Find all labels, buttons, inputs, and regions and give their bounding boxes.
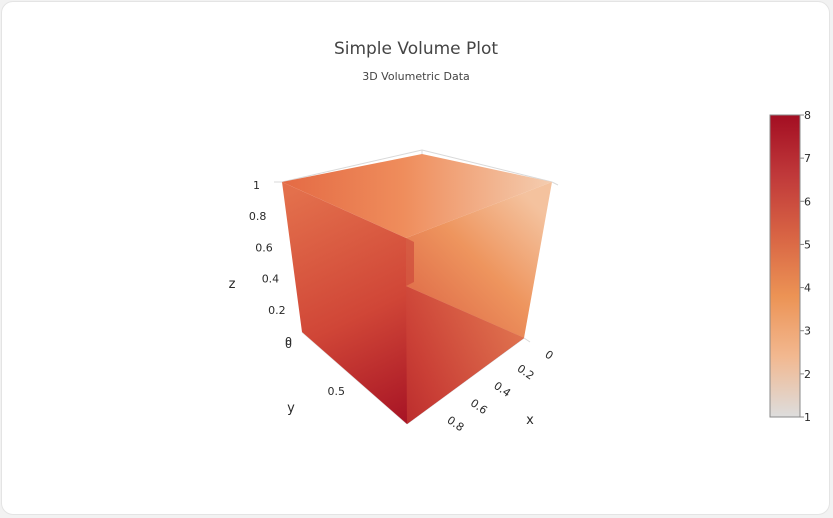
x-tick-label: 0.6 <box>468 396 490 417</box>
scene-edge <box>523 337 531 343</box>
colorbar-tick-label: 6 <box>804 195 811 208</box>
x-tick-label: 0 <box>542 348 555 363</box>
colorbar-tick-label: 2 <box>804 368 811 381</box>
colorbar-tick-label: 7 <box>804 152 811 165</box>
colorbar-tick-label: 4 <box>804 282 811 295</box>
z-tick-label: 0.4 <box>262 273 280 286</box>
volume-plot: Simple Volume Plot 3D Volumetric Data 00… <box>229 39 811 435</box>
y-tick-label: 0.5 <box>328 385 346 398</box>
colorbar-tick-label: 8 <box>804 109 811 122</box>
scene-edge <box>551 181 559 186</box>
x-tick-label: 0.2 <box>515 362 537 383</box>
chart-title: Simple Volume Plot <box>334 39 498 59</box>
x-tick-label: 0.4 <box>491 379 513 400</box>
z-tick-label: 1 <box>253 179 260 192</box>
colorbar-tick-label: 1 <box>804 411 811 424</box>
colorbar: 1 2 3 4 5 6 7 8 <box>769 109 811 424</box>
chart-card: Simple Volume Plot 3D Volumetric Data 0 … <box>1 1 830 515</box>
z-axis-title: z <box>229 277 236 292</box>
x-tick-label: 0.8 <box>445 414 467 435</box>
colorbar-tick-label: 5 <box>804 238 811 251</box>
z-tick-label: 0.2 <box>268 304 286 317</box>
colorbar-tick-label: 3 <box>804 325 811 338</box>
volume-face-cut <box>406 238 414 286</box>
x-axis-title: x <box>526 413 534 428</box>
y-tick-label: 0 <box>285 338 292 351</box>
volume-scene[interactable]: 00.20.40.60.81 00.5 00.20.40.60.8 z y x <box>229 149 559 435</box>
z-tick-label: 0.8 <box>249 210 267 223</box>
chart-subtitle: 3D Volumetric Data <box>362 70 470 83</box>
colorbar-gradient <box>769 114 801 418</box>
y-axis-title: y <box>287 401 295 416</box>
z-tick-label: 0.6 <box>255 241 273 254</box>
